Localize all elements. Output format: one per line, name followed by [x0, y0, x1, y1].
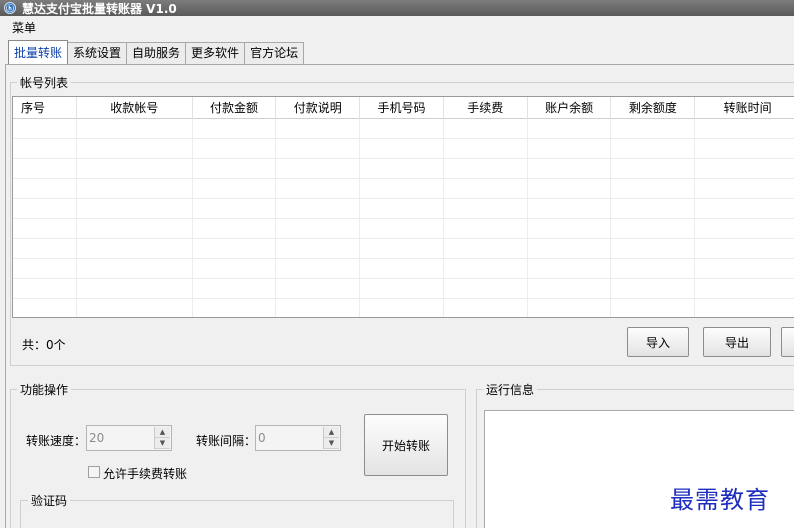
table-row — [13, 279, 794, 299]
window-title: 慧达支付宝批量转账器 V1.0 — [22, 1, 177, 16]
spin-up-icon[interactable]: ▲ — [324, 427, 339, 438]
col-header-fee[interactable]: 手续费 — [444, 97, 528, 119]
tab-system-settings[interactable]: 系统设置 — [67, 42, 128, 64]
spin-down-icon[interactable]: ▼ — [155, 438, 170, 449]
account-table-body — [13, 119, 794, 317]
table-row — [13, 179, 794, 199]
table-row — [13, 259, 794, 279]
title-bar: ⓗ 慧达支付宝批量转账器 V1.0 — [0, 0, 794, 16]
operations-title: 功能操作 — [17, 381, 72, 398]
interval-spinner[interactable]: 0 ▲ ▼ — [255, 425, 341, 451]
col-header-phone[interactable]: 手机号码 — [360, 97, 444, 119]
menu-bar: 菜单 — [0, 18, 794, 38]
account-count: 共：0个 — [22, 338, 66, 352]
allow-fee-checkbox[interactable] — [88, 466, 100, 478]
col-header-receiver-account[interactable]: 收款帐号 — [77, 97, 193, 119]
table-row — [13, 119, 794, 139]
table-row — [13, 219, 794, 239]
col-header-remaining-quota[interactable]: 剩余额度 — [611, 97, 696, 119]
col-header-description[interactable]: 付款说明 — [276, 97, 361, 119]
import-button[interactable]: 导入 — [627, 327, 689, 357]
run-info-title: 运行信息 — [483, 381, 538, 398]
col-header-amount[interactable]: 付款金额 — [193, 97, 277, 119]
start-transfer-button[interactable]: 开始转账 — [364, 414, 448, 476]
spin-down-icon[interactable]: ▼ — [324, 438, 339, 449]
speed-value: 20 — [89, 431, 105, 445]
speed-spinner[interactable]: 20 ▲ ▼ — [86, 425, 172, 451]
table-row — [13, 199, 794, 219]
watermark-text: 最需教育 — [670, 486, 770, 514]
menu-item-main[interactable]: 菜单 — [12, 21, 36, 35]
table-row — [13, 299, 794, 317]
tab-official-forum[interactable]: 官方论坛 — [244, 42, 305, 64]
verify-group — [20, 500, 454, 528]
verify-title: 验证码 — [28, 492, 71, 509]
col-header-transfer-time[interactable]: 转账时间 — [695, 97, 794, 119]
interval-value: 0 — [258, 431, 266, 445]
export-button[interactable]: 导出 — [703, 327, 771, 357]
spin-up-icon[interactable]: ▲ — [155, 427, 170, 438]
col-header-balance[interactable]: 账户余额 — [528, 97, 612, 119]
tab-more-software[interactable]: 更多软件 — [185, 42, 246, 64]
account-table[interactable]: 序号 收款帐号 付款金额 付款说明 手机号码 手续费 账户余额 剩余额度 转账时… — [12, 96, 794, 318]
tab-self-service[interactable]: 自助服务 — [126, 42, 187, 64]
tab-strip: 批量转账 系统设置 自助服务 更多软件 官方论坛 — [8, 40, 305, 64]
interval-label: 转账间隔： — [196, 434, 257, 448]
interval-spinner-arrows[interactable]: ▲ ▼ — [323, 427, 339, 449]
table-row — [13, 239, 794, 259]
speed-spinner-arrows[interactable]: ▲ ▼ — [154, 427, 170, 449]
table-row — [13, 139, 794, 159]
col-header-index[interactable]: 序号 — [13, 97, 77, 119]
table-row — [13, 159, 794, 179]
extra-button[interactable] — [781, 327, 794, 357]
speed-label: 转账速度： — [26, 434, 87, 448]
app-logo-icon: ⓗ — [4, 2, 16, 14]
account-table-header: 序号 收款帐号 付款金额 付款说明 手机号码 手续费 账户余额 剩余额度 转账时… — [13, 97, 794, 119]
tab-batch-transfer[interactable]: 批量转账 — [8, 40, 69, 64]
account-list-title: 帐号列表 — [17, 74, 72, 91]
allow-fee-label: 允许手续费转账 — [103, 467, 188, 481]
